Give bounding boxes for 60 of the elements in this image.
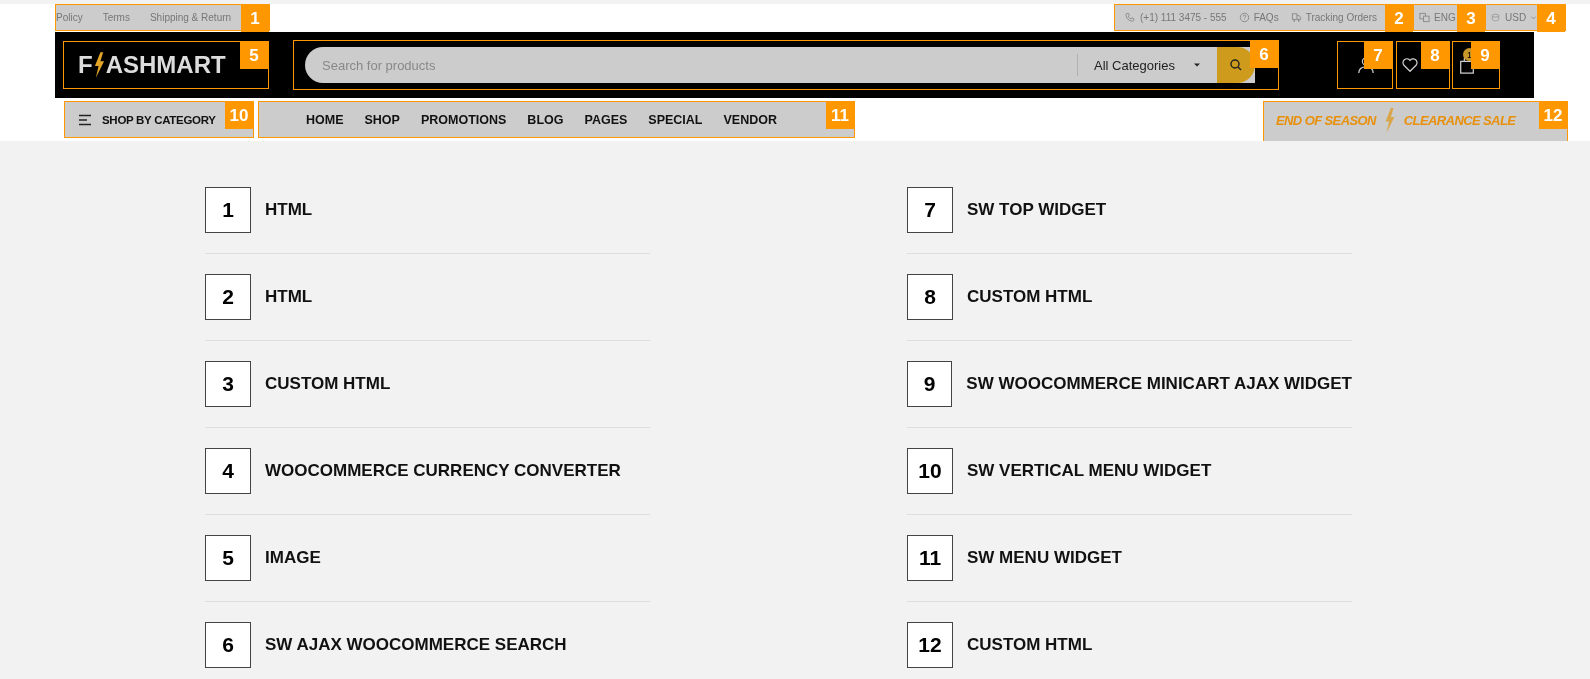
nav-link[interactable]: PROMOTIONS — [420, 112, 507, 127]
widget-number: 11 — [907, 535, 953, 581]
widget-name: SW AJAX WOOCOMMERCE SEARCH — [265, 635, 567, 655]
widget-number: 1 — [205, 187, 251, 233]
callout-number: 12 — [1539, 102, 1567, 129]
phone-icon — [1125, 12, 1136, 23]
promo-text: END OF SEASON — [1276, 112, 1376, 128]
widget-name: SW VERTICAL MENU WIDGET — [967, 461, 1212, 481]
nav-link[interactable]: SHOP — [364, 112, 400, 127]
caret-icon — [1193, 61, 1201, 69]
lightning-icon — [93, 52, 105, 78]
widget-name: HTML — [265, 200, 313, 220]
search-button[interactable] — [1217, 47, 1255, 83]
widget-name: CUSTOM HTML — [265, 374, 391, 394]
menu-icon — [78, 113, 92, 126]
category-menu-button[interactable]: SHOP BY CATEGORY — [78, 113, 216, 126]
callout-number: 8 — [1421, 42, 1449, 69]
widget-number: 10 — [907, 448, 953, 494]
widget-name: SW TOP WIDGET — [967, 200, 1107, 220]
nav-link[interactable]: SPECIAL — [648, 112, 703, 127]
widget-number: 5 — [205, 535, 251, 581]
nav-link[interactable]: BLOG — [527, 112, 564, 127]
callout-number: 2 — [1385, 5, 1413, 32]
widget-name: CUSTOM HTML — [967, 287, 1093, 307]
logo[interactable]: F ASHMART — [78, 51, 226, 79]
widget-number: 3 — [205, 361, 251, 407]
widget-name: CUSTOM HTML — [967, 635, 1093, 655]
widget-number: 6 — [205, 622, 251, 668]
callout-number: 1 — [241, 5, 269, 32]
callout-number: 10 — [225, 102, 253, 129]
search-icon — [1229, 58, 1243, 72]
callout-number: 6 — [1250, 41, 1278, 68]
widget-number: 2 — [205, 274, 251, 320]
widget-name: HTML — [265, 287, 313, 307]
promo-text: CLEARANCE SALE — [1403, 112, 1516, 128]
callout-number: 4 — [1537, 5, 1565, 32]
lightning-icon — [1383, 107, 1396, 133]
callout-number: 3 — [1457, 5, 1485, 32]
widget-number: 9 — [907, 361, 953, 407]
widget-name: SW MENU WIDGET — [967, 548, 1122, 568]
nav-link[interactable]: HOME — [306, 112, 344, 127]
widget-name: WOOCOMMERCE CURRENCY CONVERTER — [265, 461, 621, 481]
widget-number: 12 — [907, 622, 953, 668]
truck-icon — [1290, 12, 1302, 23]
callout-number: 5 — [240, 42, 268, 69]
chevron-down-icon — [1530, 14, 1538, 21]
search-field[interactable]: Search for products All Categories — [305, 47, 1255, 83]
widget-name: SW WOOCOMMERCE MINICART AJAX WIDGET — [966, 374, 1352, 394]
widget-number: 7 — [907, 187, 953, 233]
widget-number: 4 — [205, 448, 251, 494]
nav-link[interactable]: VENDOR — [723, 112, 777, 127]
heart-icon[interactable] — [1401, 56, 1419, 74]
callout-number: 9 — [1471, 42, 1499, 69]
callout-number: 11 — [826, 102, 854, 129]
nav-link[interactable]: PAGES — [584, 112, 628, 127]
question-icon — [1238, 12, 1250, 23]
widget-number: 8 — [907, 274, 953, 320]
widget-name: IMAGE — [265, 548, 321, 568]
translate-icon — [1419, 12, 1430, 23]
callout-number: 7 — [1364, 42, 1392, 69]
